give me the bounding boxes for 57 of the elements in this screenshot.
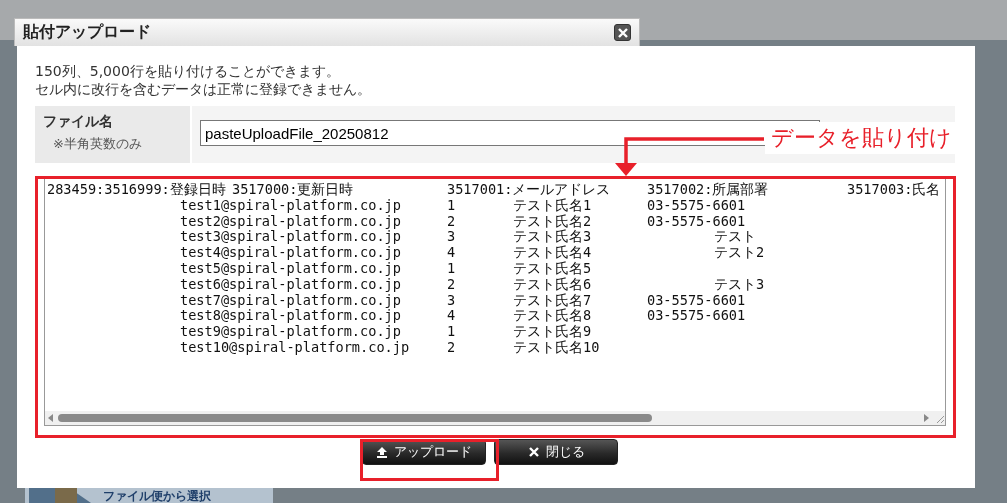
annotation-label: データを貼り付け bbox=[765, 122, 958, 154]
phone-text: 03-5575-6601 bbox=[647, 291, 746, 308]
number-text: 1 bbox=[447, 324, 457, 340]
number-text: 2 bbox=[447, 339, 457, 356]
name-text: テスト氏名6 bbox=[513, 276, 593, 293]
email-text: test10@spiral-platform.co.jp bbox=[180, 339, 411, 356]
number-text: 2 bbox=[447, 276, 457, 293]
horizontal-scrollbar[interactable] bbox=[45, 411, 945, 425]
field-hint: ※半角英数のみ bbox=[53, 135, 143, 153]
background-button-label: ファイル便から選択 bbox=[103, 488, 211, 503]
name-text: テスト氏名3 bbox=[513, 229, 593, 245]
scroll-right-icon[interactable] bbox=[922, 413, 930, 423]
scroll-thumb[interactable] bbox=[58, 414, 653, 422]
email-text: test6@spiral-platform.co.jp bbox=[180, 276, 402, 293]
number-text: 1 bbox=[447, 261, 457, 277]
name-text: テスト氏名9 bbox=[513, 324, 593, 340]
department-text: テスト3 bbox=[714, 276, 765, 293]
close-icon bbox=[527, 446, 540, 458]
name-text: テスト氏名1 bbox=[513, 197, 593, 214]
number-text: 4 bbox=[447, 245, 457, 261]
header-text: 3517000:更新日時 bbox=[232, 182, 355, 198]
department-text: テスト2 bbox=[714, 245, 765, 261]
department-text: テスト bbox=[714, 229, 756, 246]
phone-text: 03-5575-6601 bbox=[647, 212, 746, 229]
phone-text: 03-5575-6601 bbox=[647, 196, 746, 213]
upload-icon bbox=[376, 446, 388, 458]
field-label: ファイル名 bbox=[43, 113, 114, 131]
name-text: テスト氏名8 bbox=[513, 308, 593, 324]
close-icon[interactable] bbox=[614, 24, 631, 41]
email-text: test2@spiral-platform.co.jp bbox=[180, 213, 402, 230]
email-text: test1@spiral-platform.co.jp bbox=[180, 197, 402, 214]
number-text: 1 bbox=[447, 197, 457, 214]
header-text: 283459:3516999:登録日時 bbox=[47, 182, 227, 198]
dialog-title: 貼付アップロード bbox=[23, 22, 151, 43]
close-button[interactable]: 閉じる bbox=[494, 439, 618, 465]
email-text: test3@spiral-platform.co.jp bbox=[180, 229, 402, 246]
notice-text: セル内に改行を含むデータは正常に登録できません。 bbox=[35, 80, 372, 98]
email-text: test9@spiral-platform.co.jp bbox=[180, 324, 402, 340]
name-text: テスト氏名5 bbox=[513, 261, 593, 277]
number-text: 2 bbox=[447, 213, 457, 230]
number-text: 3 bbox=[447, 292, 457, 309]
name-text: テスト氏名2 bbox=[513, 213, 593, 229]
email-text: test4@spiral-platform.co.jp bbox=[180, 245, 402, 261]
name-text: テスト氏名10 bbox=[513, 339, 601, 356]
header-text: 3517003:氏名 bbox=[847, 182, 942, 198]
header-text: 3517002:所属部署 bbox=[647, 182, 770, 198]
name-text: テスト氏名7 bbox=[513, 292, 593, 308]
email-text: test8@spiral-platform.co.jp bbox=[180, 308, 402, 325]
scroll-left-icon[interactable] bbox=[47, 413, 55, 423]
number-text: 4 bbox=[447, 308, 457, 325]
phone-text: 03-5575-6601 bbox=[647, 307, 746, 324]
number-text: 3 bbox=[447, 229, 457, 246]
email-text: test7@spiral-platform.co.jp bbox=[180, 292, 402, 309]
notice-text: 150列、5,000行を貼り付けることができます。 bbox=[35, 62, 341, 80]
email-text: test5@spiral-platform.co.jp bbox=[180, 261, 402, 277]
name-text: テスト氏名4 bbox=[513, 245, 593, 261]
header-text: 3517001:メールアドレス bbox=[447, 182, 612, 198]
